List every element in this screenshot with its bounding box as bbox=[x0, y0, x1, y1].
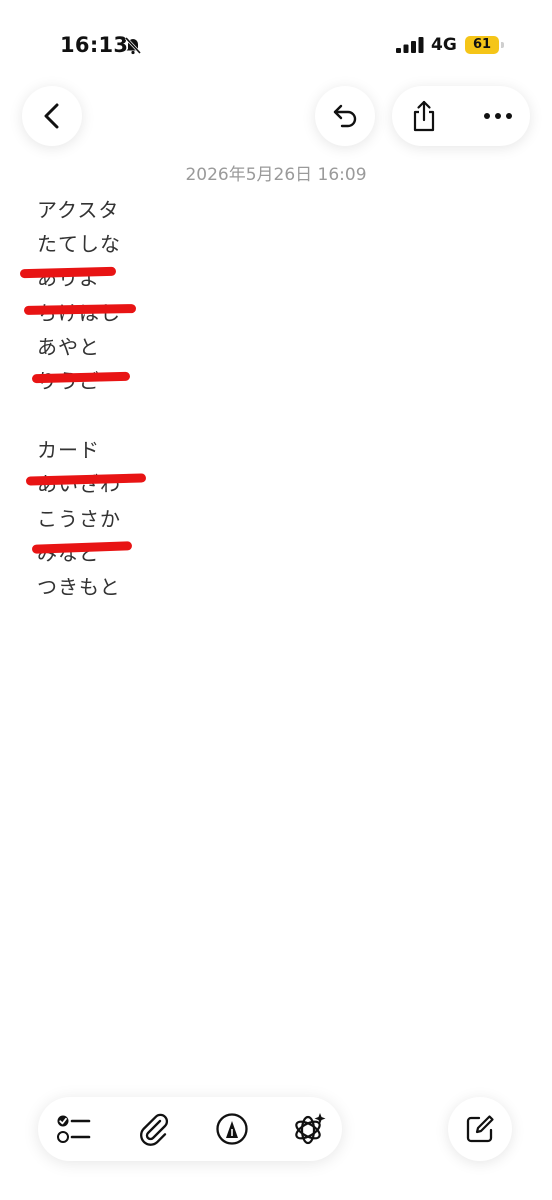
bottom-toolbar bbox=[38, 1097, 342, 1161]
apple-intelligence-icon bbox=[295, 1113, 326, 1145]
status-bar: 16:13 4G 61 bbox=[0, 0, 552, 80]
back-button[interactable] bbox=[22, 86, 82, 146]
markup-pen-icon bbox=[216, 1113, 248, 1145]
back-chevron-icon bbox=[44, 103, 59, 129]
note-line[interactable]: つきもと bbox=[37, 571, 121, 600]
attachment-button[interactable] bbox=[134, 1109, 174, 1149]
bell-slash-icon bbox=[124, 36, 142, 55]
note-line[interactable]: たてしな bbox=[37, 228, 121, 257]
writing-tools-button[interactable] bbox=[290, 1109, 330, 1149]
note-date: 2026年5月26日 16:09 bbox=[185, 165, 367, 185]
markup-button[interactable] bbox=[212, 1109, 252, 1149]
paperclip-icon bbox=[140, 1113, 168, 1146]
action-pill bbox=[392, 86, 530, 146]
compose-button[interactable] bbox=[448, 1097, 512, 1161]
undo-icon bbox=[333, 104, 357, 128]
more-button[interactable] bbox=[466, 86, 530, 146]
note-line[interactable]: アクスタ bbox=[37, 194, 119, 223]
battery-indicator: 61 bbox=[465, 36, 499, 54]
note-line[interactable]: あやと bbox=[37, 331, 100, 360]
checklist-button[interactable] bbox=[54, 1109, 94, 1149]
strikethrough-mark bbox=[19, 266, 117, 279]
status-time: 16:13 bbox=[60, 33, 129, 57]
undo-button[interactable] bbox=[315, 86, 375, 146]
share-button[interactable] bbox=[392, 86, 456, 146]
note-line[interactable]: こうさか bbox=[37, 503, 121, 532]
battery-tip bbox=[501, 42, 504, 48]
cellular-signal-icon bbox=[396, 37, 424, 53]
note-line[interactable]: カード bbox=[37, 434, 100, 463]
checklist-icon bbox=[57, 1115, 91, 1143]
strikethrough-mark bbox=[31, 371, 131, 384]
network-type: 4G bbox=[431, 35, 457, 55]
strikethrough-mark bbox=[25, 473, 147, 486]
share-icon bbox=[413, 100, 435, 132]
more-icon bbox=[484, 113, 512, 119]
compose-icon bbox=[466, 1115, 494, 1143]
